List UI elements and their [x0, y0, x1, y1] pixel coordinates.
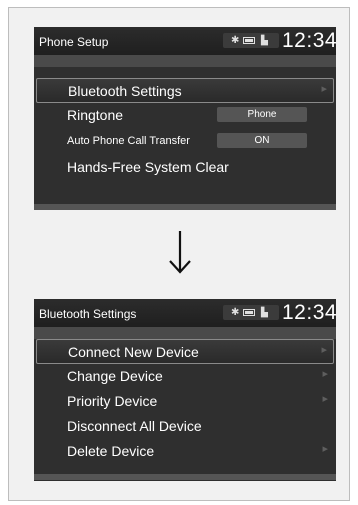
menu-item-change-device[interactable]: Change Device ▸ — [36, 364, 334, 389]
menu-item-label: Auto Phone Call Transfer — [67, 135, 190, 147]
chevron-right-icon: ▸ — [322, 368, 328, 380]
menu-item-connect-new-device[interactable]: Connect New Device ▸ — [36, 339, 334, 364]
screen-title: Phone Setup — [39, 35, 109, 49]
menu-item-disconnect-all-device[interactable]: Disconnect All Device — [36, 414, 334, 439]
menu-item-auto-phone-call-transfer[interactable]: Auto Phone Call Transfer ON — [36, 129, 334, 154]
menu-item-hands-free-system-clear[interactable]: Hands-Free System Clear — [36, 155, 334, 180]
menu-item-delete-device[interactable]: Delete Device ▸ — [36, 439, 334, 464]
title-bar: Phone Setup ✱ ▙ 12:34 — [34, 27, 336, 55]
bottom-bar — [34, 204, 336, 210]
bluetooth-settings-screen: Bluetooth Settings ✱ ▙ 12:34 Connect New… — [34, 299, 336, 481]
bluetooth-icon: ✱ — [231, 307, 240, 318]
menu-item-ringtone[interactable]: Ringtone Phone — [36, 103, 334, 128]
chevron-right-icon: ▸ — [321, 344, 327, 356]
bottom-bar — [34, 474, 336, 480]
clock: 12:34 — [282, 301, 336, 324]
menu-item-label: Bluetooth Settings — [68, 83, 182, 99]
status-indicators: ✱ ▙ — [223, 33, 279, 48]
menu-item-label: Delete Device — [67, 443, 155, 459]
title-bar: Bluetooth Settings ✱ ▙ 12:34 — [34, 299, 336, 327]
menu-item-bluetooth-settings[interactable]: Bluetooth Settings ▸ — [36, 78, 334, 103]
menu-item-priority-device[interactable]: Priority Device ▸ — [36, 389, 334, 414]
menu-item-label: Priority Device — [67, 393, 158, 409]
screen-title: Bluetooth Settings — [39, 307, 137, 321]
phone-setup-screen: Phone Setup ✱ ▙ 12:34 Bluetooth Settings… — [34, 27, 336, 210]
chevron-right-icon: ▸ — [321, 83, 327, 95]
signal-icon: ▙ — [261, 35, 268, 45]
header-separator — [34, 55, 336, 67]
status-indicators: ✱ ▙ — [223, 305, 279, 320]
bluetooth-icon: ✱ — [231, 35, 240, 46]
chevron-right-icon: ▸ — [322, 393, 328, 405]
menu-item-label: Hands-Free System Clear — [67, 159, 229, 175]
header-separator — [34, 327, 336, 339]
down-arrow-icon — [169, 231, 191, 274]
menu-item-label: Connect New Device — [68, 344, 199, 360]
chevron-right-icon: ▸ — [322, 443, 328, 455]
menu-item-label: Change Device — [67, 368, 163, 384]
setting-value-box: Phone — [217, 107, 307, 122]
clock: 12:34 — [282, 29, 336, 52]
menu-item-label: Ringtone — [67, 107, 124, 123]
menu-item-label: Disconnect All Device — [67, 418, 202, 434]
battery-icon — [243, 37, 255, 44]
battery-icon — [243, 309, 255, 316]
signal-icon: ▙ — [261, 307, 268, 317]
setting-value-box: ON — [217, 133, 307, 148]
